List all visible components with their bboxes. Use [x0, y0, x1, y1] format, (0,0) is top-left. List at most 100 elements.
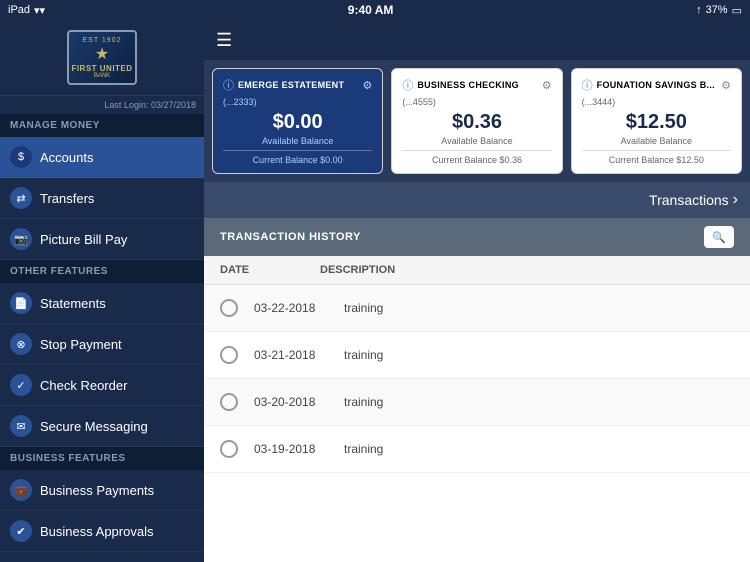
- info-icon-emerge[interactable]: ⓘ: [223, 77, 234, 93]
- sidebar-item-stop-payment[interactable]: ⊗ Stop Payment: [0, 324, 204, 365]
- account-card-title-emerge: EMERGE ESTATEMENT: [238, 80, 362, 90]
- accounts-label: Accounts: [40, 150, 93, 165]
- device-label: iPad: [8, 4, 30, 16]
- transfers-label: Transfers: [40, 191, 94, 206]
- account-current-checking: Current Balance $0.36: [402, 155, 551, 165]
- sidebar-item-statements[interactable]: 📄 Statements: [0, 283, 204, 324]
- last-login: Last Login: 03/27/2018: [0, 96, 204, 114]
- secure-messaging-icon: ✉: [10, 415, 32, 437]
- sidebar-item-accounts[interactable]: $ Accounts: [0, 137, 204, 178]
- info-icon-savings[interactable]: ⓘ: [582, 77, 593, 93]
- battery-icon: ▭: [732, 4, 742, 17]
- transaction-radio-2[interactable]: [220, 346, 238, 364]
- logo-bank: BANK: [94, 73, 110, 79]
- transaction-col-header: DATE DESCRIPTION: [204, 256, 750, 285]
- transaction-header-row: TRANSACTION HISTORY 🔍: [204, 218, 750, 256]
- main-layout: EST 1902 ★ FIRST UNITED BANK Last Login:…: [0, 20, 750, 562]
- col-header-date: DATE: [220, 264, 320, 276]
- account-card-emerge[interactable]: ⓘ EMERGE ESTATEMENT ⚙ (...2333) $0.00 Av…: [212, 68, 383, 174]
- account-divider-emerge: [223, 150, 372, 151]
- picture-bill-pay-label: Picture Bill Pay: [40, 232, 127, 247]
- info-icon-checking[interactable]: ⓘ: [402, 77, 413, 93]
- battery-level: 37%: [706, 4, 728, 16]
- transaction-desc-4: training: [344, 442, 383, 456]
- transaction-radio-1[interactable]: [220, 299, 238, 317]
- account-card-title-savings: FOUNATION SAVINGS B...: [597, 80, 721, 90]
- gear-icon-savings[interactable]: ⚙: [721, 79, 731, 92]
- search-box[interactable]: 🔍: [704, 226, 734, 248]
- table-row[interactable]: 03-22-2018 training: [204, 285, 750, 332]
- business-payments-label: Business Payments: [40, 483, 154, 498]
- account-avail-savings: Available Balance: [582, 136, 731, 146]
- transactions-link[interactable]: Transactions ›: [649, 191, 738, 209]
- section-header-business-features: BUSINESS FEATURES: [0, 447, 204, 470]
- sidebar-logo: EST 1902 ★ FIRST UNITED BANK: [0, 20, 204, 96]
- sidebar-item-secure-messaging[interactable]: ✉ Secure Messaging: [0, 406, 204, 447]
- hamburger-menu[interactable]: ☰: [216, 30, 232, 51]
- sidebar: EST 1902 ★ FIRST UNITED BANK Last Login:…: [0, 20, 204, 562]
- account-card-savings[interactable]: ⓘ FOUNATION SAVINGS B... ⚙ (...3444) $12…: [571, 68, 742, 174]
- logo-est: EST 1902: [82, 37, 121, 44]
- wifi-icon: ▾▾: [34, 4, 45, 17]
- gear-icon-emerge[interactable]: ⚙: [362, 79, 372, 92]
- account-balance-checking: $0.36: [402, 111, 551, 134]
- stop-payment-label: Stop Payment: [40, 337, 122, 352]
- table-row[interactable]: 03-19-2018 training: [204, 426, 750, 473]
- sidebar-item-picture-bill-pay[interactable]: 📷 Picture Bill Pay: [0, 219, 204, 260]
- business-approvals-icon: ✔: [10, 520, 32, 542]
- logo-badge: EST 1902 ★ FIRST UNITED BANK: [67, 30, 137, 85]
- content-area: ☰ ⓘ EMERGE ESTATEMENT ⚙ (...2333) $0.00 …: [204, 20, 750, 562]
- transaction-date-2: 03-21-2018: [254, 348, 344, 362]
- business-approvals-label: Business Approvals: [40, 524, 153, 539]
- status-bar: iPad ▾▾ 9:40 AM ↑ 37% ▭: [0, 0, 750, 20]
- check-reorder-label: Check Reorder: [40, 378, 127, 393]
- top-nav: ☰: [204, 20, 750, 60]
- account-acct-savings: (...3444): [582, 97, 731, 107]
- account-card-checking[interactable]: ⓘ BUSINESS CHECKING ⚙ (...4555) $0.36 Av…: [391, 68, 562, 174]
- table-row[interactable]: 03-20-2018 training: [204, 379, 750, 426]
- secure-messaging-label: Secure Messaging: [40, 419, 148, 434]
- transaction-desc-3: training: [344, 395, 383, 409]
- sidebar-item-business-approvals[interactable]: ✔ Business Approvals: [0, 511, 204, 552]
- sidebar-item-check-reorder[interactable]: ✓ Check Reorder: [0, 365, 204, 406]
- table-row[interactable]: 03-21-2018 training: [204, 332, 750, 379]
- gear-icon-checking[interactable]: ⚙: [542, 79, 552, 92]
- status-right: ↑ 37% ▭: [696, 4, 742, 17]
- stop-payment-icon: ⊗: [10, 333, 32, 355]
- transaction-history-title: TRANSACTION HISTORY: [220, 231, 361, 243]
- transfers-icon: ⇄: [10, 187, 32, 209]
- account-card-title-checking: BUSINESS CHECKING: [417, 80, 541, 90]
- statements-icon: 📄: [10, 292, 32, 314]
- transaction-radio-4[interactable]: [220, 440, 238, 458]
- picture-bill-pay-icon: 📷: [10, 228, 32, 250]
- logo-name: FIRST UNITED: [71, 64, 132, 73]
- section-header-manage-money: MANAGE MONEY: [0, 114, 204, 137]
- account-card-header-checking: ⓘ BUSINESS CHECKING ⚙: [402, 77, 551, 93]
- account-cards: ⓘ EMERGE ESTATEMENT ⚙ (...2333) $0.00 Av…: [204, 60, 750, 182]
- logo-star: ★: [95, 44, 109, 64]
- account-current-savings: Current Balance $12.50: [582, 155, 731, 165]
- sidebar-item-business-payments[interactable]: 💼 Business Payments: [0, 470, 204, 511]
- status-left: iPad ▾▾: [8, 4, 45, 17]
- account-card-header-emerge: ⓘ EMERGE ESTATEMENT ⚙: [223, 77, 372, 93]
- account-avail-emerge: Available Balance: [223, 136, 372, 146]
- transaction-desc-1: training: [344, 301, 383, 315]
- account-divider-savings: [582, 150, 731, 151]
- sidebar-item-transfers[interactable]: ⇄ Transfers: [0, 178, 204, 219]
- check-reorder-icon: ✓: [10, 374, 32, 396]
- business-payments-icon: 💼: [10, 479, 32, 501]
- signal-icon: ↑: [696, 4, 702, 16]
- transaction-date-4: 03-19-2018: [254, 442, 344, 456]
- account-balance-savings: $12.50: [582, 111, 731, 134]
- transaction-radio-3[interactable]: [220, 393, 238, 411]
- status-time: 9:40 AM: [348, 3, 394, 17]
- account-card-header-savings: ⓘ FOUNATION SAVINGS B... ⚙: [582, 77, 731, 93]
- transaction-section: TRANSACTION HISTORY 🔍 DATE DESCRIPTION 0…: [204, 218, 750, 562]
- transaction-date-3: 03-20-2018: [254, 395, 344, 409]
- account-balance-emerge: $0.00: [223, 111, 372, 134]
- statements-label: Statements: [40, 296, 106, 311]
- account-current-emerge: Current Balance $0.00: [223, 155, 372, 165]
- transaction-date-1: 03-22-2018: [254, 301, 344, 315]
- transactions-bar: Transactions ›: [204, 182, 750, 218]
- chevron-right-icon: ›: [733, 191, 738, 209]
